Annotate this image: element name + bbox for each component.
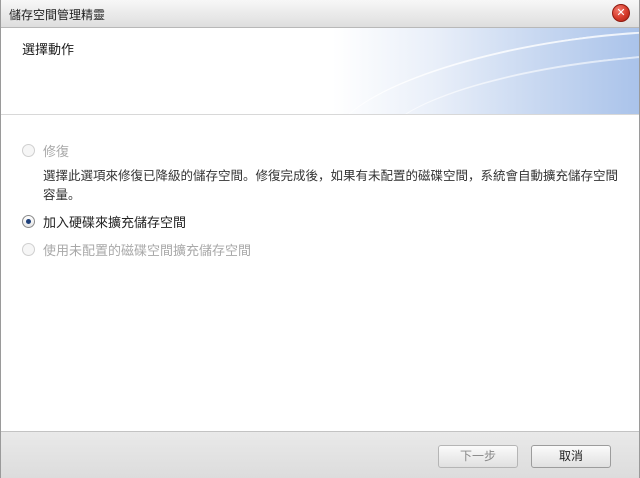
option-add-disks[interactable]: 加入硬碟來擴充儲存空間	[22, 212, 187, 231]
next-button[interactable]: 下一步	[438, 445, 518, 468]
add-disks-radio[interactable]	[22, 214, 35, 228]
repair-label: 修復	[43, 144, 70, 160]
expand-unallocated-label: 使用未配置的磁碟空間擴充儲存空間	[43, 243, 252, 259]
add-disks-label: 加入硬碟來擴充儲存空間	[43, 215, 187, 231]
wizard-footer: 下一步 取消	[1, 431, 639, 478]
radio-selected-dot	[26, 218, 31, 224]
cancel-button[interactable]: 取消	[531, 445, 611, 468]
step-title: 選擇動作	[22, 43, 75, 58]
wizard-window: 儲存空間管理精靈 ✕ 選擇動作 修復 選擇此選項來修復已降級的儲存空間。修復完成…	[0, 0, 640, 478]
repair-radio[interactable]	[22, 143, 35, 157]
option-repair[interactable]: 修復	[22, 141, 70, 160]
wizard-header: 選擇動作	[1, 28, 639, 115]
expand-unallocated-radio[interactable]	[22, 242, 35, 256]
window-title: 儲存空間管理精靈	[9, 8, 106, 22]
repair-description: 選擇此選項來修復已降級的儲存空間。修復完成後，如果有未配置的磁碟空間，系統會自動…	[43, 168, 619, 202]
title-bar[interactable]: 儲存空間管理精靈 ✕	[1, 0, 639, 28]
close-icon[interactable]: ✕	[612, 4, 630, 22]
option-expand-unallocated[interactable]: 使用未配置的磁碟空間擴充儲存空間	[22, 240, 252, 259]
